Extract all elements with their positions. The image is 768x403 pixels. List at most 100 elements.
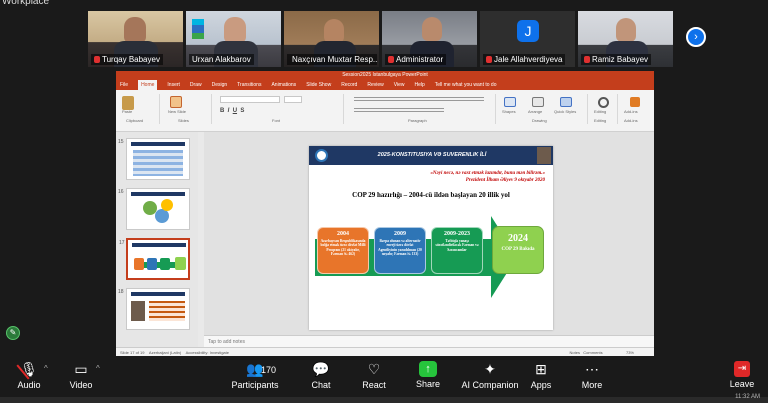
bold-icon[interactable]: B I U S <box>220 108 244 114</box>
tab-insert[interactable]: Insert <box>167 80 180 90</box>
mic-muted-icon <box>584 56 590 63</box>
add-ins-label: Add-ins <box>624 109 638 114</box>
participants-button[interactable]: 👥 170 Participants <box>226 360 284 390</box>
chat-icon: 💬 <box>312 361 330 377</box>
slide-thumbnail[interactable]: 15 <box>118 138 190 180</box>
chat-label: Chat <box>311 380 331 390</box>
avatar: J <box>517 20 539 42</box>
timeline-year: 2009-2023 <box>444 231 470 237</box>
paste-label: Paste <box>122 109 133 114</box>
slide-header-title: 2025-KONSTITUSIYA VƏ SUVERENLIK İLİ <box>377 152 487 158</box>
annotate-pencil-icon[interactable]: ✎ <box>6 326 20 340</box>
slide-thumbnail-selected[interactable]: 17 <box>119 238 190 280</box>
share-button[interactable]: ↑ Share <box>399 360 457 389</box>
ribbon-group-clipboard: Paste Clipboard <box>116 94 160 124</box>
timeline-box-final: 2024 COP 29 Bakıda <box>492 226 544 274</box>
participant-tile[interactable]: Administrator <box>382 11 477 67</box>
comments-button[interactable]: Comments <box>583 350 602 355</box>
participant-gallery: Turqay Babayev Urxan Alakbarov Naxçıvan … <box>88 11 673 67</box>
more-button[interactable]: ⋯ More <box>563 360 621 390</box>
thumb-box <box>175 257 186 270</box>
video-button[interactable]: ▭ ^ Video <box>52 360 110 390</box>
participant-name: Administrator <box>385 54 447 65</box>
chevron-up-icon[interactable]: ^ <box>44 364 48 373</box>
mic-muted-icon <box>486 56 492 63</box>
arrange-label: Arrange <box>528 109 543 114</box>
add-ins-icon[interactable] <box>630 97 640 107</box>
slide-thumbnail[interactable]: 16 <box>118 188 190 230</box>
list-icons[interactable] <box>354 97 484 101</box>
thumb-photo <box>131 301 145 321</box>
tab-view[interactable]: View <box>394 80 405 90</box>
tab-transitions[interactable]: Transitions <box>237 80 261 90</box>
share-label: Share <box>415 379 441 389</box>
shapes-icon[interactable] <box>504 97 516 107</box>
timeline-text: Azərbaycan Respublikasında bolğa etmək ü… <box>320 239 366 257</box>
participant-count: 170 <box>261 365 277 375</box>
emblem-icon <box>315 149 328 162</box>
quick-styles-icon[interactable] <box>560 97 572 107</box>
participant-tile-active-speaker[interactable]: Urxan Alakbarov <box>186 11 281 67</box>
tab-review[interactable]: Review <box>367 80 383 90</box>
more-label: More <box>581 380 603 390</box>
react-button[interactable]: ♡ React <box>345 360 403 390</box>
new-slide-icon[interactable] <box>170 96 182 108</box>
status-right: Notes Comments 73% <box>570 348 635 356</box>
apps-button[interactable]: ⊞ Apps <box>512 360 570 390</box>
notes-button[interactable]: Notes <box>570 350 580 355</box>
editing-label: Editing <box>594 109 607 114</box>
zoom-meeting-window: Workplace Turqay Babayev Urxan Alakbarov… <box>0 0 768 403</box>
zoom-level[interactable]: 73% <box>626 350 634 355</box>
thumb-box <box>147 258 157 270</box>
thumbnail-number: 17 <box>119 240 125 246</box>
align-icons[interactable] <box>354 108 444 112</box>
chevron-right-icon[interactable]: › <box>686 27 706 47</box>
video-icon: ▭ <box>74 361 88 377</box>
leave-button[interactable]: ⇥ Leave <box>717 360 767 389</box>
language-status[interactable]: Azerbaijani (Latin) <box>149 350 181 355</box>
share-screen-icon: ↑ <box>419 361 437 377</box>
tab-help[interactable]: Help <box>414 80 424 90</box>
chat-button[interactable]: 💬 Chat <box>292 360 350 390</box>
slide-thumbnail-pane: 15 16 17 18 <box>116 132 198 347</box>
quick-styles-label: Quick Styles <box>554 109 577 114</box>
chevron-up-icon[interactable]: ^ <box>96 364 100 373</box>
slide-counter: Slide 17 of 19 <box>120 350 145 355</box>
participant-tile[interactable]: Naxçıvan Muxtar Resp... <box>284 11 379 67</box>
participant-tile[interactable]: Ramiz Babayev <box>578 11 673 67</box>
paste-icon[interactable] <box>122 96 134 110</box>
participant-name: Urxan Alakbarov <box>189 54 254 65</box>
font-size-box[interactable] <box>284 96 302 103</box>
group-label: Editing <box>594 118 607 123</box>
tab-slide-show[interactable]: Slide Show <box>306 80 331 90</box>
current-slide[interactable]: 2025-KONSTITUSIYA VƏ SUVERENLIK İLİ «Nəy… <box>309 146 553 330</box>
mic-muted-icon: 🎙 <box>20 361 38 377</box>
audio-button[interactable]: 🎙 ^ Audio <box>0 360 58 390</box>
tell-me-search[interactable]: Tell me what you want to do <box>435 80 497 90</box>
group-label: Drawing <box>532 118 547 123</box>
thumb-box <box>160 258 170 270</box>
participant-name: Jale Allahverdiyeva <box>483 54 566 65</box>
participant-name: Ramiz Babayev <box>581 54 652 65</box>
participant-tile[interactable]: J Jale Allahverdiyeva <box>480 11 575 67</box>
tab-draw[interactable]: Draw <box>190 80 202 90</box>
ribbon-group-font: B I U S Font <box>214 94 344 124</box>
tab-home[interactable]: Home <box>138 80 158 90</box>
participant-tile[interactable]: Turqay Babayev <box>88 11 183 67</box>
arrange-icon[interactable] <box>532 97 544 107</box>
tab-animations[interactable]: Animations <box>271 80 296 90</box>
tab-design[interactable]: Design <box>212 80 228 90</box>
heart-icon: ♡ <box>367 361 381 377</box>
audio-label: Audio <box>17 380 41 390</box>
accessibility-status[interactable]: Accessibility: Investigate <box>186 350 229 355</box>
notes-pane[interactable]: Tap to add notes <box>204 335 654 347</box>
tab-record[interactable]: Record <box>341 80 357 90</box>
group-label: Slides <box>178 118 189 123</box>
participant-name: Naxçıvan Muxtar Resp... <box>287 54 377 65</box>
thumbnail-number: 16 <box>118 189 124 195</box>
thumb-header <box>131 292 185 296</box>
tab-file[interactable]: File <box>120 80 128 90</box>
search-icon[interactable] <box>598 97 609 108</box>
slide-thumbnail[interactable]: 18 <box>118 288 190 330</box>
font-name-box[interactable] <box>220 96 280 103</box>
